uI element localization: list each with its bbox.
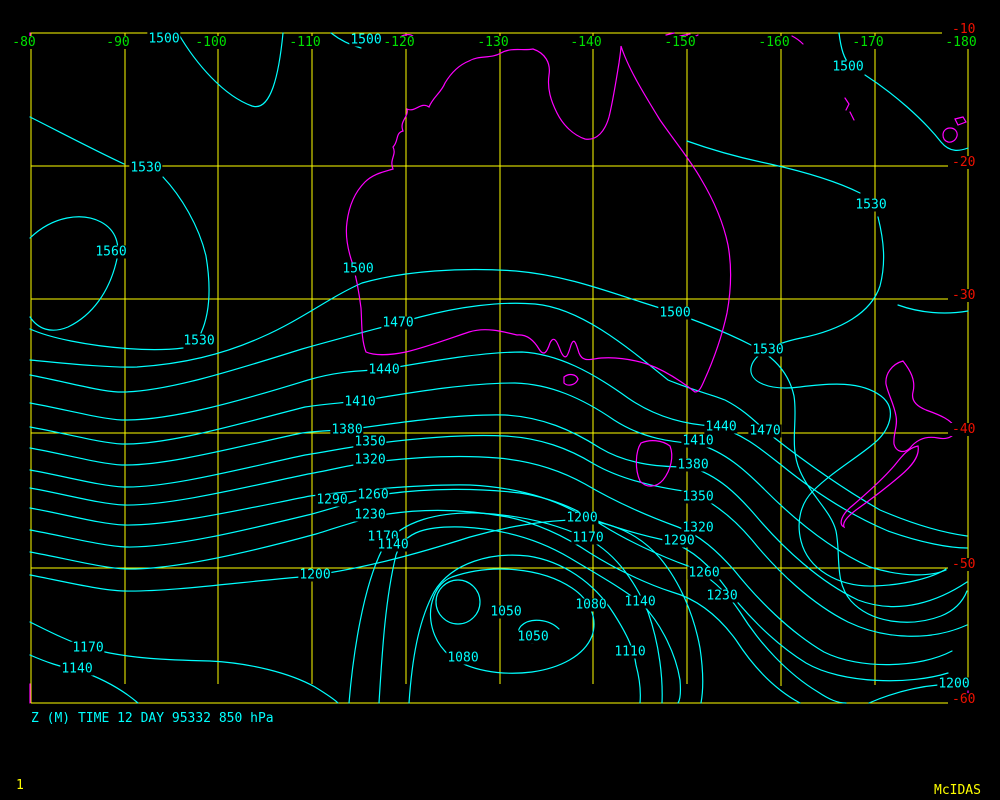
contour-value-label: 1230 — [353, 509, 386, 522]
lon-tick-label: -120 — [382, 36, 415, 49]
contour-value-label: 1200 — [565, 512, 598, 525]
contour-value-label: 1380 — [676, 459, 709, 472]
lat-tick-label: -40 — [951, 423, 976, 436]
contour-value-label: 1500 — [341, 263, 374, 276]
lon-tick-label: -130 — [476, 36, 509, 49]
small-islands — [666, 33, 966, 142]
contour-value-label: 1200 — [937, 678, 970, 691]
lon-tick-label: -160 — [757, 36, 790, 49]
contour-value-label: 1500 — [658, 307, 691, 320]
lat-tick-label: -60 — [951, 693, 976, 706]
contour-value-label: 1170 — [571, 532, 604, 545]
lat-tick-label: -20 — [951, 156, 976, 169]
lon-tick-label: -140 — [569, 36, 602, 49]
contour-value-label: 1140 — [623, 596, 656, 609]
contour-value-label: 1500 — [349, 34, 382, 47]
lon-tick-label: -90 — [105, 36, 130, 49]
contour-value-label: 1260 — [356, 489, 389, 502]
contour-lines — [30, 33, 968, 703]
contour-value-label: 1290 — [662, 535, 695, 548]
lat-tick-label: -10 — [951, 23, 976, 36]
edge-fragments — [30, 33, 968, 703]
contour-value-label: 1080 — [446, 652, 479, 665]
contour-value-label: 1500 — [831, 61, 864, 74]
lon-tick-label: -100 — [194, 36, 227, 49]
contour-value-label: 1530 — [182, 335, 215, 348]
contour-value-label: 1050 — [489, 606, 522, 619]
contour-value-label: 1470 — [748, 425, 781, 438]
contour-value-label: 1530 — [751, 344, 784, 357]
contour-value-label: 1260 — [687, 567, 720, 580]
contour-value-label: 1350 — [681, 491, 714, 504]
contour-value-label: 1290 — [315, 494, 348, 507]
contour-value-label: 1440 — [704, 421, 737, 434]
contour-value-label: 1500 — [147, 33, 180, 46]
contour-value-label: 1050 — [516, 631, 549, 644]
map-annotation: Z (M) TIME 12 DAY 95332 850 hPa — [30, 712, 275, 725]
contour-value-label: 1410 — [343, 396, 376, 409]
nz-north-island — [886, 361, 955, 451]
lat-tick-label: -30 — [951, 289, 976, 302]
lon-tick-label: -80 — [11, 36, 36, 49]
contour-value-label: 1080 — [574, 599, 607, 612]
map-canvas[interactable] — [0, 0, 1000, 800]
contour-value-label: 1230 — [705, 590, 738, 603]
contour-value-label: 1440 — [367, 364, 400, 377]
coastlines — [30, 33, 968, 703]
graticule — [30, 33, 968, 703]
contour-value-label: 1410 — [681, 435, 714, 448]
contour-value-label: 1140 — [376, 539, 409, 552]
contour-value-label: 1530 — [129, 162, 162, 175]
contour-value-label: 1110 — [613, 646, 646, 659]
nz-south-island — [841, 446, 918, 527]
frame-number: 1 — [15, 779, 25, 792]
kangaroo-island — [564, 375, 578, 386]
contour-value-label: 1170 — [71, 642, 104, 655]
mcidas-brand: McIDAS — [933, 784, 982, 797]
lon-tick-label: -110 — [288, 36, 321, 49]
lon-tick-label: -150 — [663, 36, 696, 49]
contour-value-label: 1140 — [60, 663, 93, 676]
lon-tick-label: -180 — [944, 36, 977, 49]
mcidas-display: -80 -90 -100 -110 -120 -130 -140 -150 -160 -170 -1… — [0, 0, 1000, 800]
contour-value-label: 1470 — [381, 317, 414, 330]
contour-value-label: 1200 — [298, 569, 331, 582]
contour-value-label: 1320 — [353, 454, 386, 467]
lat-tick-label: -50 — [951, 558, 976, 571]
lon-tick-label: -170 — [851, 36, 884, 49]
australia-coast — [346, 46, 730, 392]
contour-value-label: 1530 — [854, 199, 887, 212]
contour-value-label: 1350 — [353, 436, 386, 449]
contour-value-label: 1560 — [94, 246, 127, 259]
